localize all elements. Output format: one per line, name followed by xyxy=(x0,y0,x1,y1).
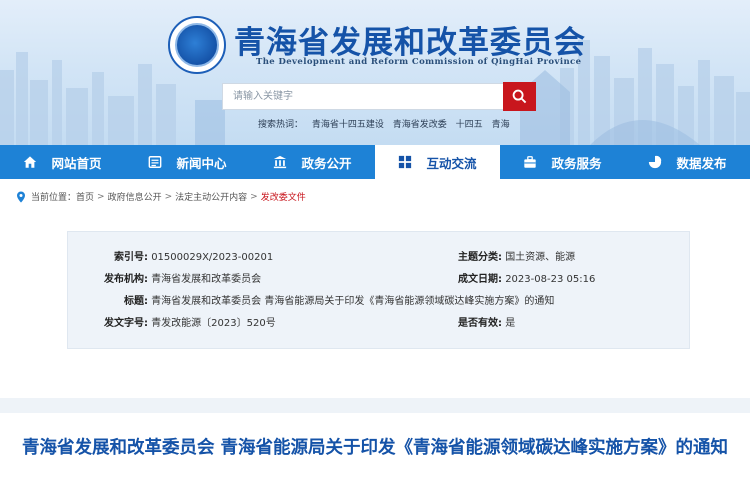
interact-icon xyxy=(399,155,412,169)
valid-label: 是否有效: xyxy=(458,318,502,329)
breadcrumb-current[interactable]: 发改委文件 xyxy=(261,190,306,203)
breadcrumb-link-statutory[interactable]: 法定主动公开内容 xyxy=(175,190,247,203)
publisher-label: 发布机构: xyxy=(104,274,148,285)
index-no-label: 索引号: xyxy=(114,252,148,263)
doc-no-label: 发文字号: xyxy=(104,318,148,329)
site-subtitle: The Development and Reform Commission of… xyxy=(256,57,582,67)
site-header: 青海省发展和改革委员会 The Development and Reform C… xyxy=(0,0,750,145)
breadcrumb-link-gov-info[interactable]: 政府信息公开 xyxy=(108,190,162,203)
hot-term-link[interactable]: 青海省十四五建设 xyxy=(312,120,384,130)
location-pin-icon xyxy=(17,191,25,202)
search-input[interactable] xyxy=(222,83,505,110)
article-title: 青海省发展和改革委员会 青海省能源局关于印发《青海省能源领域碳达峰实施方案》的通… xyxy=(21,438,729,458)
hot-term-link[interactable]: 青海省发改委 xyxy=(393,120,447,130)
open-gov-icon xyxy=(274,155,287,169)
breadcrumb-separator: > xyxy=(97,191,105,202)
main-nav: 网站首页 新闻中心 政务公开 互动交流 政务服务 数据发布 xyxy=(0,145,750,179)
news-icon xyxy=(149,156,162,168)
nav-item-home[interactable]: 网站首页 xyxy=(0,145,125,179)
nav-label: 互动交流 xyxy=(426,155,477,171)
title-label: 标题: xyxy=(124,296,148,307)
breadcrumb-label: 当前位置： xyxy=(31,193,77,203)
nav-item-interact[interactable]: 互动交流 xyxy=(375,145,500,179)
document-metadata: 索引号: 01500029X/2023-00201 主题分类: 国土资源、能源 … xyxy=(67,231,690,349)
nav-label: 数据发布 xyxy=(676,155,727,171)
hot-term-link[interactable]: 青海 xyxy=(492,120,510,130)
home-icon xyxy=(24,156,37,168)
search-button[interactable] xyxy=(503,82,536,111)
nav-label: 政务服务 xyxy=(551,155,602,171)
article-section: 青海省发展和改革委员会 青海省能源局关于印发《青海省能源领域碳达峰实施方案》的通… xyxy=(0,413,750,500)
breadcrumb-separator: > xyxy=(250,191,258,202)
chart-icon xyxy=(649,155,662,169)
commission-emblem xyxy=(168,16,226,74)
service-icon xyxy=(524,156,537,168)
nav-item-news[interactable]: 新闻中心 xyxy=(125,145,250,179)
hot-search-label: 搜索热词： xyxy=(258,120,304,130)
doc-no-value: 青发改能源〔2023〕520号 xyxy=(151,318,276,329)
breadcrumb-link-home[interactable]: 首页 xyxy=(76,190,94,203)
nav-item-data[interactable]: 数据发布 xyxy=(625,145,750,179)
date-value: 2023-08-23 05:16 xyxy=(505,274,596,285)
nav-label: 新闻中心 xyxy=(176,155,227,171)
search-icon xyxy=(512,89,527,104)
publisher-value: 青海省发展和改革委员会 xyxy=(151,274,262,285)
nav-label: 政务公开 xyxy=(301,155,352,171)
valid-value: 是 xyxy=(505,318,516,329)
nav-item-open-gov[interactable]: 政务公开 xyxy=(250,145,375,179)
topic-label: 主题分类: xyxy=(458,252,502,263)
nav-item-service[interactable]: 政务服务 xyxy=(500,145,625,179)
title-value: 青海省发展和改革委员会 青海省能源局关于印发《青海省能源领域碳达峰实施方案》的通… xyxy=(151,296,555,307)
hot-search-bar: 搜索热词： 青海省十四五建设 青海省发改委 十四五 青海 xyxy=(258,117,516,130)
breadcrumb: 当前位置： 首页 > 政府信息公开 > 法定主动公开内容 > 发改委文件 xyxy=(16,190,306,203)
nav-label: 网站首页 xyxy=(51,155,102,171)
province-map-icon xyxy=(175,23,219,67)
hot-term-link[interactable]: 十四五 xyxy=(456,120,483,130)
date-label: 成文日期: xyxy=(458,274,502,285)
document-panel: 当前位置： 首页 > 政府信息公开 > 法定主动公开内容 > 发改委文件 索引号… xyxy=(0,179,750,398)
site-title: 青海省发展和改革委员会 xyxy=(234,25,586,61)
index-no-value: 01500029X/2023-00201 xyxy=(151,252,274,263)
breadcrumb-separator: > xyxy=(164,191,173,202)
topic-value: 国土资源、能源 xyxy=(505,252,576,263)
